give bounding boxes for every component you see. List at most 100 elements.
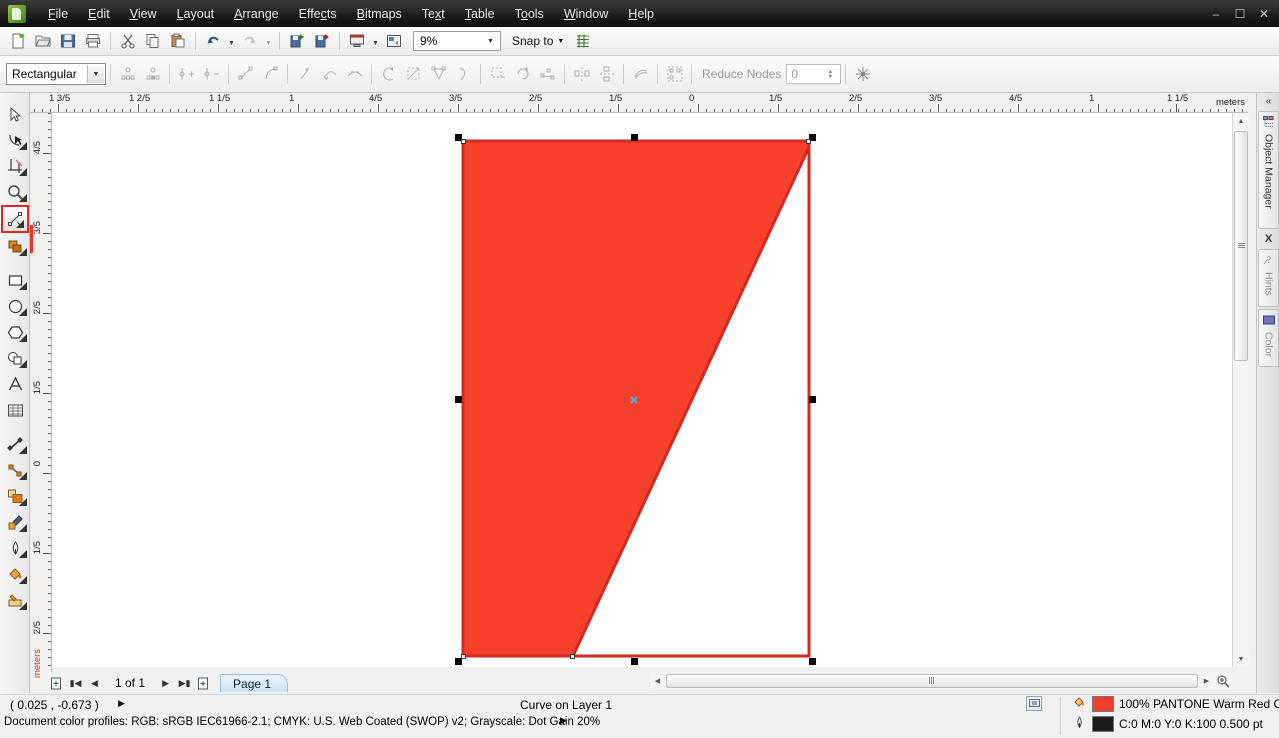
tool-polygon[interactable] (0, 319, 30, 345)
docker-tab-color[interactable]: Color (1258, 309, 1279, 367)
chevron-down-icon[interactable]: ▼ (87, 65, 104, 83)
scale-nodes-icon[interactable] (485, 62, 510, 86)
menu-edit[interactable]: Edit (78, 3, 120, 25)
maximize-button[interactable]: ☐ (1229, 4, 1251, 24)
extend-curve-to-close-icon[interactable] (401, 62, 426, 86)
tool-rectangle[interactable] (0, 267, 30, 293)
tool-crop[interactable] (0, 153, 30, 179)
tool-dimension[interactable] (0, 431, 30, 457)
convert-to-line-icon[interactable] (292, 62, 317, 86)
snap-to-menu[interactable]: Snap to ▼ (512, 34, 564, 48)
tool-pick[interactable] (0, 101, 30, 127)
tool-fill[interactable] (0, 561, 30, 587)
select-all-nodes-icon[interactable] (115, 62, 140, 86)
reflect-horizontal-icon[interactable] (569, 62, 594, 86)
horizontal-ruler[interactable]: meters 1 3/5 1 2/5 1 1/5 1 4/5 3/5 2/5 1/5 0 1/5 2… (30, 93, 1248, 113)
curve-node-top-left[interactable] (461, 139, 466, 144)
undo-dropdown-arrow[interactable]: ▼ (226, 30, 237, 53)
flyout-arrow-icon[interactable] (19, 308, 27, 316)
menu-bitmaps[interactable]: Bitmaps (347, 3, 412, 25)
flyout-arrow-icon[interactable] (19, 498, 27, 506)
reflect-vertical-icon[interactable] (594, 62, 619, 86)
scroll-left-arrow-icon[interactable]: ◀ (650, 673, 665, 688)
flyout-arrow-icon[interactable] (19, 446, 27, 454)
next-page-button[interactable]: ▶ (157, 675, 174, 692)
page-tab-page-1[interactable]: Page 1 (220, 674, 289, 692)
vertical-scrollbar[interactable]: ▲ ▼ (1232, 113, 1249, 667)
close-button[interactable]: ✕ (1253, 4, 1275, 24)
color-profiles-expand-arrow[interactable]: ▶ (560, 715, 567, 726)
last-page-button[interactable]: ▶▮ (176, 675, 193, 692)
menu-table[interactable]: Table (455, 3, 505, 25)
horizontal-scrollbar[interactable]: ◀ ▶ (650, 672, 1232, 689)
menu-tools[interactable]: Tools (505, 3, 554, 25)
deselect-nodes-icon[interactable] (140, 62, 165, 86)
zoom-to-page-icon[interactable] (1214, 673, 1232, 688)
first-page-button[interactable]: ▮◀ (67, 675, 84, 692)
redo-dropdown-arrow[interactable]: ▼ (263, 30, 274, 53)
tool-connector[interactable] (0, 457, 30, 483)
vertical-ruler[interactable]: meters 4/53/52/51/501/52/53/5 (30, 113, 52, 680)
minimize-button[interactable]: – (1205, 4, 1227, 24)
docker-close-button[interactable]: X (1257, 231, 1279, 247)
curve-node-bottom-left[interactable] (461, 654, 466, 659)
add-page-after-button[interactable] (195, 675, 212, 692)
break-curve-icon[interactable] (258, 62, 283, 86)
flyout-arrow-icon[interactable] (19, 524, 27, 532)
flyout-arrow-icon[interactable] (19, 576, 27, 584)
flyout-arrow-icon[interactable] (16, 220, 24, 228)
zoom-level-combo[interactable]: 9% ▼ (413, 31, 501, 51)
flyout-arrow-icon[interactable] (19, 360, 27, 368)
menu-view[interactable]: View (120, 3, 167, 25)
vertical-scroll-thumb[interactable] (1234, 131, 1248, 361)
menu-effects[interactable]: Effects (289, 3, 347, 25)
flyout-arrow-icon[interactable] (19, 282, 27, 290)
tool-interactive-fill[interactable] (0, 587, 30, 613)
reverse-direction-icon[interactable] (376, 62, 401, 86)
flyout-arrow-icon[interactable] (19, 194, 27, 202)
launch-dropdown-arrow[interactable]: ▼ (370, 30, 381, 53)
screen-preview-icon[interactable] (1026, 696, 1042, 711)
launch-icon[interactable] (345, 30, 369, 53)
rotate-nodes-icon[interactable] (510, 62, 535, 86)
undo-icon[interactable] (201, 30, 225, 53)
menu-help[interactable]: Help (618, 3, 664, 25)
curve-smoothness-icon[interactable] (850, 62, 875, 86)
snap-options-icon[interactable] (571, 30, 595, 53)
selection-handle-bottom-right[interactable] (809, 658, 816, 665)
add-page-before-button[interactable] (48, 675, 65, 692)
copy-icon[interactable] (141, 30, 165, 53)
outline-status[interactable]: C:0 M:0 Y:0 K:100 0.500 pt (1072, 715, 1263, 733)
drawing-canvas[interactable] (52, 113, 1232, 667)
outline-color-swatch[interactable] (1092, 716, 1114, 732)
spinner-arrows-icon[interactable]: ▲ ▼ (822, 66, 838, 83)
flyout-arrow-icon[interactable] (19, 602, 27, 610)
tool-shape[interactable] (0, 127, 30, 153)
scroll-up-arrow-icon[interactable]: ▲ (1233, 113, 1249, 129)
flyout-arrow-icon[interactable] (19, 248, 27, 256)
elastic-mode-icon[interactable] (628, 62, 653, 86)
open-icon[interactable] (31, 30, 55, 53)
tool-smart-fill[interactable] (0, 233, 30, 259)
selection-handle-top-center[interactable] (631, 134, 638, 141)
stretch-nodes-icon[interactable] (451, 62, 476, 86)
flyout-arrow-icon[interactable] (19, 142, 27, 150)
docker-collapse-button[interactable]: « (1257, 93, 1279, 109)
selection-handle-middle-left[interactable] (455, 396, 462, 403)
tool-outline[interactable] (0, 535, 30, 561)
paste-icon[interactable] (166, 30, 190, 53)
scroll-down-arrow-icon[interactable]: ▼ (1233, 651, 1249, 667)
convert-to-curve-icon[interactable] (317, 62, 342, 86)
tool-blend[interactable] (0, 483, 30, 509)
docker-tab-hints[interactable]: ? Hints (1258, 249, 1279, 307)
shape-mode-combo[interactable]: Rectangular ▼ (6, 63, 106, 85)
tool-ellipse[interactable] (0, 293, 30, 319)
align-nodes-icon[interactable] (535, 62, 560, 86)
chevron-down-icon[interactable]: ▼ (483, 34, 498, 49)
horizontal-scroll-thumb[interactable] (666, 673, 1198, 688)
selection-handle-bottom-center[interactable] (631, 658, 638, 665)
menu-text[interactable]: Text (412, 3, 455, 25)
flyout-arrow-icon[interactable] (19, 334, 27, 342)
docker-tab-object-manager[interactable]: Object Manager (1258, 111, 1279, 229)
menu-arrange[interactable]: Arrange (224, 3, 288, 25)
